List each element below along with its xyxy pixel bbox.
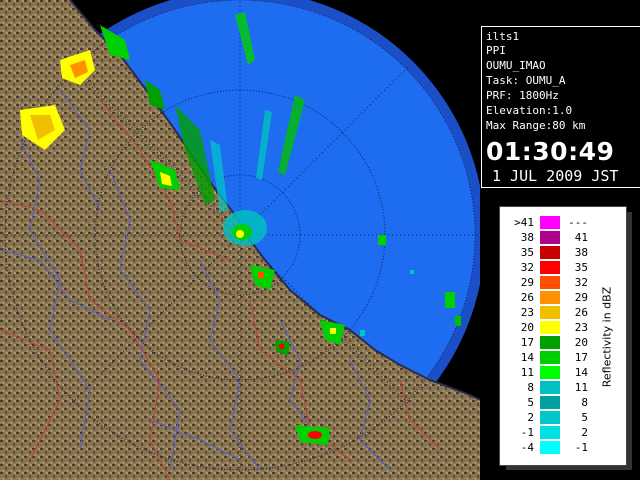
legend-upper-bound: 32 (574, 276, 588, 289)
legend-color-swatch (540, 441, 560, 454)
legend-upper-bound: 17 (574, 351, 588, 364)
legend-row: 14 17 (500, 351, 596, 364)
legend-row: 17 20 (500, 336, 596, 349)
elevation-value: Elevation:1.0 (486, 104, 573, 117)
legend-color-swatch (540, 351, 560, 364)
legend-upper-bound: 8 (581, 396, 588, 409)
legend-lower-bound: 32 (520, 261, 534, 274)
scan-date: 1 JUL 2009 JST (492, 167, 619, 185)
legend-color-swatch (540, 216, 560, 229)
legend-row: 20 23 (500, 321, 596, 334)
legend-upper-bound: 5 (581, 411, 588, 424)
legend-upper-bound: 38 (574, 246, 588, 259)
legend-upper-bound: 20 (574, 336, 588, 349)
legend-lower-bound: 29 (520, 276, 534, 289)
legend-lower-bound: >41 (514, 216, 534, 229)
legend-color-swatch (540, 321, 560, 334)
legend-lower-bound: 14 (520, 351, 534, 364)
legend-color-swatch (540, 381, 560, 394)
legend-color-swatch (540, 411, 560, 424)
legend-upper-bound: 35 (574, 261, 588, 274)
legend-upper-bound: 41 (574, 231, 588, 244)
legend-color-swatch (540, 231, 560, 244)
max-range-value: Max Range:80 km (486, 119, 586, 132)
legend-upper-bound: --- (568, 216, 588, 229)
legend-lower-bound: 2 (527, 411, 534, 424)
prf-value: PRF: 1800Hz (486, 89, 559, 102)
legend-color-swatch (540, 291, 560, 304)
legend-lower-bound: -4 (520, 441, 534, 454)
scan-time: 01:30:49 (486, 137, 615, 166)
legend-row: 25 (500, 411, 596, 424)
legend-row: 38 41 (500, 231, 596, 244)
scan-mode: PPI (486, 44, 506, 57)
legend-color-swatch (540, 396, 560, 409)
legend-lower-bound: 8 (527, 381, 534, 394)
legend-lower-bound: -1 (520, 426, 534, 439)
legend-row: -1 2 (500, 426, 596, 439)
legend-lower-bound: 23 (520, 306, 534, 319)
legend-upper-bound: 29 (574, 291, 588, 304)
legend-lower-bound: 26 (520, 291, 534, 304)
task-name: Task: OUMU_A (486, 74, 566, 87)
legend-row: 58 (500, 396, 596, 409)
scan-info-panel: ilts1 PPI OUMU_IMAO Task: OUMU_A PRF: 18… (481, 26, 640, 188)
legend-lower-bound: 11 (520, 366, 534, 379)
legend-row: >41 --- (500, 216, 596, 229)
legend-upper-bound: 14 (574, 366, 588, 379)
legend-color-swatch (540, 246, 560, 259)
legend-upper-bound: 11 (574, 381, 588, 394)
reflectivity-legend: >41 --- 38 41 35 38 32 35 29 32 26 29 23 26 20 23 17 20 14… (499, 206, 627, 466)
legend-color-swatch (540, 261, 560, 274)
legend-row: 35 38 (500, 246, 596, 259)
legend-lower-bound: 35 (520, 246, 534, 259)
legend-row: 32 35 (500, 261, 596, 274)
legend-title-box: Reflectivity in dBZ (596, 247, 618, 427)
legend-lower-bound: 20 (520, 321, 534, 334)
legend-color-swatch (540, 306, 560, 319)
legend-color-swatch (540, 366, 560, 379)
legend-upper-bound: 26 (574, 306, 588, 319)
legend-color-swatch (540, 276, 560, 289)
legend-row: 8 11 (500, 381, 596, 394)
legend-lower-bound: 17 (520, 336, 534, 349)
radar-ppi-display[interactable] (0, 0, 480, 480)
legend-color-swatch (540, 426, 560, 439)
legend-row: -4 -1 (500, 441, 596, 454)
legend-title: Reflectivity in dBZ (600, 286, 614, 388)
legend-lower-bound: 38 (520, 231, 534, 244)
legend-upper-bound: 23 (574, 321, 588, 334)
radar-map (0, 0, 480, 480)
radar-id: ilts1 (486, 30, 520, 43)
legend-row: 29 32 (500, 276, 596, 289)
legend-row: 23 26 (500, 306, 596, 319)
legend-upper-bound: -1 (574, 441, 588, 454)
site-name: OUMU_IMAO (486, 59, 546, 72)
legend-color-swatch (540, 336, 560, 349)
legend-row: 26 29 (500, 291, 596, 304)
legend-upper-bound: 2 (581, 426, 588, 439)
legend-lower-bound: 5 (527, 396, 534, 409)
legend-row: 11 14 (500, 366, 596, 379)
